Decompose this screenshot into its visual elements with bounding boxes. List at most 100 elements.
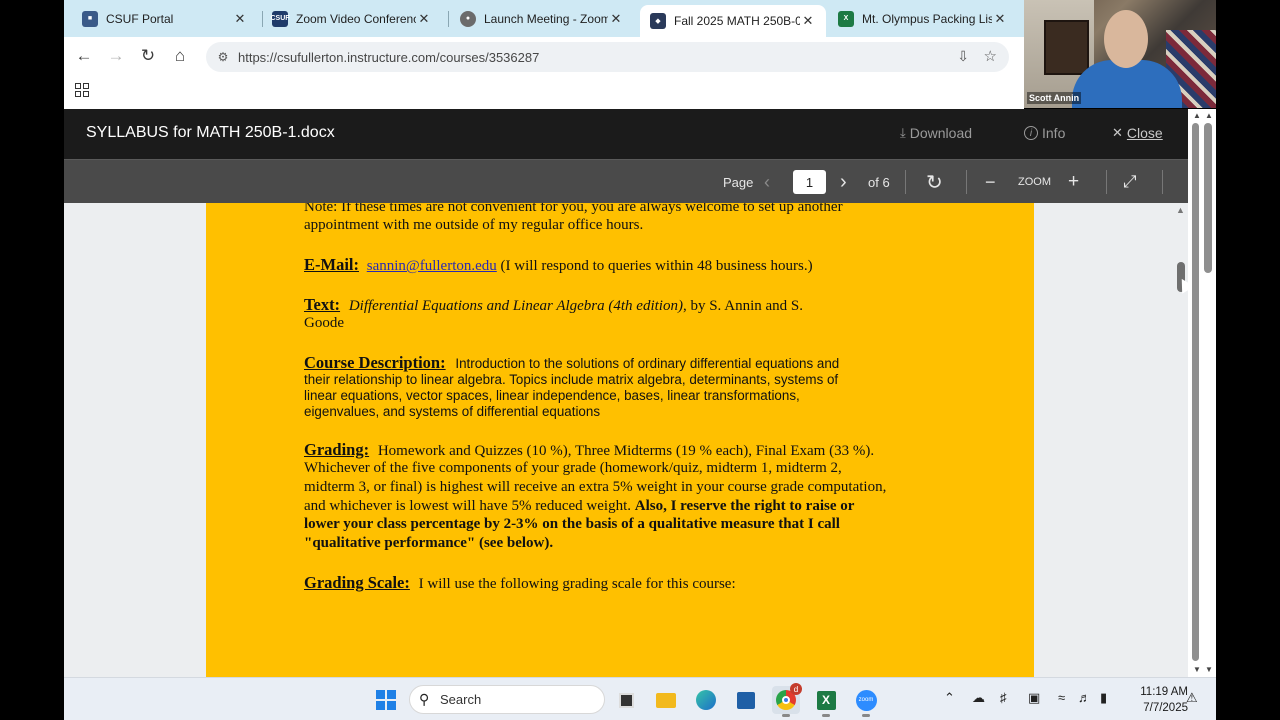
close-icon[interactable]: ✕	[232, 11, 248, 27]
tab-title: CSUF Portal	[106, 11, 174, 26]
scroll-up-icon[interactable]: ▲	[1176, 205, 1185, 215]
email-section: E-Mail: sannin@fullerton.edu (I will res…	[304, 255, 813, 275]
home-icon[interactable]: ⌂	[167, 43, 193, 69]
scroll-up-icon[interactable]: ▲	[1205, 111, 1213, 120]
meet-now-icon[interactable]: ▣	[1028, 690, 1040, 706]
tab-math-250b[interactable]: ◆ Fall 2025 MATH 250B-05 ✕	[640, 5, 826, 37]
note-line-1: Note: If these times are not convenient …	[304, 203, 843, 215]
info-button[interactable]: i Info	[1024, 125, 1065, 141]
apps-grid-icon[interactable]	[75, 83, 89, 97]
tab-title: Fall 2025 MATH 250B-05	[674, 14, 800, 28]
zoom-in-icon[interactable]: +	[1068, 160, 1079, 204]
info-icon: i	[1024, 126, 1038, 140]
description-line-3: linear equations, vector spaces, linear …	[304, 388, 800, 403]
tab-zoom-video[interactable]: CSUF Zoom Video Conferencing ✕	[262, 3, 442, 34]
taskbar: ⚲ Search d X zoom ⌃ ☁ ♯ ▣ ≈ ♬ ▮ 11:19 AM…	[64, 677, 1216, 720]
microphone-icon[interactable]: ♯	[1000, 690, 1007, 705]
close-icon[interactable]: ✕	[992, 11, 1008, 27]
close-icon[interactable]: ✕	[800, 13, 816, 29]
tab-title: Launch Meeting - Zoom	[484, 11, 608, 26]
scroll-thumb[interactable]	[1192, 123, 1199, 661]
grading-line-6: "qualitative performance" (see below).	[304, 535, 554, 551]
clock-date: 7/7/2025	[1143, 702, 1188, 714]
scroll-down-icon[interactable]: ▼	[1193, 665, 1201, 674]
forward-arrow-icon[interactable]: →	[103, 43, 129, 69]
grading-line-1: Homework and Quizzes (10 %), Three Midte…	[377, 443, 875, 459]
zoom-out-icon[interactable]: −	[985, 160, 996, 204]
scroll-down-icon[interactable]: ▼	[1205, 665, 1213, 674]
tab-packing-list[interactable]: X Mt. Olympus Packing List ✕	[828, 3, 1018, 34]
url-text: https://csufullerton.instructure.com/cou…	[238, 49, 540, 65]
scroll-up-icon[interactable]: ▲	[1193, 111, 1201, 120]
grading-section: Grading: Homework and Quizzes (10 %), Th…	[304, 440, 874, 460]
grading-line-4: and whichever is lowest will have 5% red…	[304, 498, 854, 515]
download-button[interactable]: ⤓ Download	[900, 125, 972, 141]
rotate-icon[interactable]: ↻	[926, 160, 943, 204]
textbook-authors: , by S. Annin and S.	[682, 298, 803, 314]
page-number-input[interactable]	[793, 170, 826, 194]
task-view-icon[interactable]	[612, 686, 640, 714]
edge-icon[interactable]	[692, 686, 720, 714]
scroll-thumb[interactable]	[1204, 123, 1212, 273]
textbook-title: Differential Equations and Linear Algebr…	[348, 298, 683, 314]
grading-heading: Grading:	[304, 440, 370, 459]
search-icon: ⚲	[419, 691, 430, 707]
page-label: Page	[723, 174, 754, 190]
volume-icon[interactable]: ♬	[1078, 690, 1091, 705]
page-scrollbar[interactable]: ▲ ▲ ▼ ▼	[1188, 109, 1216, 677]
csuf-icon: CSUF	[270, 10, 290, 27]
grading-line-3: midterm 3, or final) is highest will rec…	[304, 479, 887, 495]
wifi-icon[interactable]: ≈	[1058, 690, 1065, 705]
tab-title: Mt. Olympus Packing List	[862, 11, 992, 26]
grading-line-2: Whichever of the five components of your…	[304, 460, 842, 476]
store-icon[interactable]	[732, 686, 760, 714]
site-info-icon[interactable]: ⚙	[214, 48, 232, 66]
clock[interactable]: 11:19 AM 7/7/2025	[1128, 684, 1188, 716]
fullscreen-icon[interactable]: ⤢	[1123, 160, 1137, 204]
grading-line-4-normal: and whichever is lowest will have 5% red…	[304, 498, 635, 514]
close-icon[interactable]: ✕	[416, 11, 432, 27]
battery-icon[interactable]: ▮	[1100, 690, 1107, 706]
chevron-up-icon[interactable]: ⌃	[944, 690, 955, 706]
description-line-4: eigenvalues, and systems of differential…	[304, 404, 601, 419]
onedrive-icon[interactable]: ☁	[972, 690, 985, 706]
notification-bell-icon[interactable]: ⚠	[1186, 690, 1198, 706]
reload-icon[interactable]: ↻	[135, 43, 161, 69]
excel-icon[interactable]: X	[812, 686, 840, 714]
tab-title: Zoom Video Conferencing	[296, 11, 416, 26]
windows-start-icon[interactable]	[372, 686, 400, 714]
previous-page-icon[interactable]: ‹	[764, 160, 770, 204]
grading-line-4-bold: Also, I reserve the right to raise or	[634, 498, 855, 514]
info-label: Info	[1042, 125, 1066, 141]
next-page-icon[interactable]: ›	[840, 160, 847, 204]
tab-strip: ■ CSUF Portal ✕ CSUF Zoom Video Conferen…	[64, 0, 1024, 37]
tab-csuf-portal[interactable]: ■ CSUF Portal ✕	[72, 3, 258, 34]
install-app-icon[interactable]: ⇩	[957, 48, 969, 65]
address-bar[interactable]: ⚙ https://csufullerton.instructure.com/c…	[206, 42, 1009, 72]
close-icon[interactable]: ✕	[608, 11, 624, 27]
notification-badge: d	[790, 683, 802, 695]
close-icon: ✕	[1112, 125, 1123, 140]
file-explorer-icon[interactable]	[652, 686, 680, 714]
zoom-app-icon[interactable]: zoom	[852, 686, 880, 714]
close-button[interactable]: ✕ Close	[1112, 125, 1163, 141]
taskbar-search[interactable]: ⚲ Search	[409, 685, 605, 714]
scale-section: Grading Scale: I will use the following …	[304, 573, 736, 593]
description-line-1: Introduction to the solutions of ordinar…	[455, 356, 840, 371]
canvas-icon: ◆	[650, 13, 666, 29]
tab-launch-meeting[interactable]: ● Launch Meeting - Zoom ✕	[450, 3, 634, 34]
description-line-2: their relationship to linear algebra. To…	[304, 372, 839, 387]
screen: ■ CSUF Portal ✕ CSUF Zoom Video Conferen…	[0, 0, 1280, 720]
download-icon: ⤓	[900, 125, 906, 140]
download-label: Download	[909, 125, 973, 141]
bookmark-star-icon[interactable]: ☆	[984, 47, 997, 65]
document-scroll-area[interactable]: Note: If these times are not convenient …	[64, 203, 1174, 677]
email-link[interactable]: sannin@fullerton.edu	[367, 258, 497, 274]
note-line-2: appointment with me outside of my regula…	[304, 217, 644, 233]
email-heading: E-Mail:	[304, 255, 359, 274]
scale-text: I will use the following grading scale f…	[418, 576, 736, 592]
chrome-icon[interactable]: d	[772, 683, 802, 714]
description-section: Course Description: Introduction to the …	[304, 353, 839, 373]
back-arrow-icon[interactable]: ←	[71, 43, 97, 69]
participant-name: Scott Annin	[1027, 92, 1082, 104]
